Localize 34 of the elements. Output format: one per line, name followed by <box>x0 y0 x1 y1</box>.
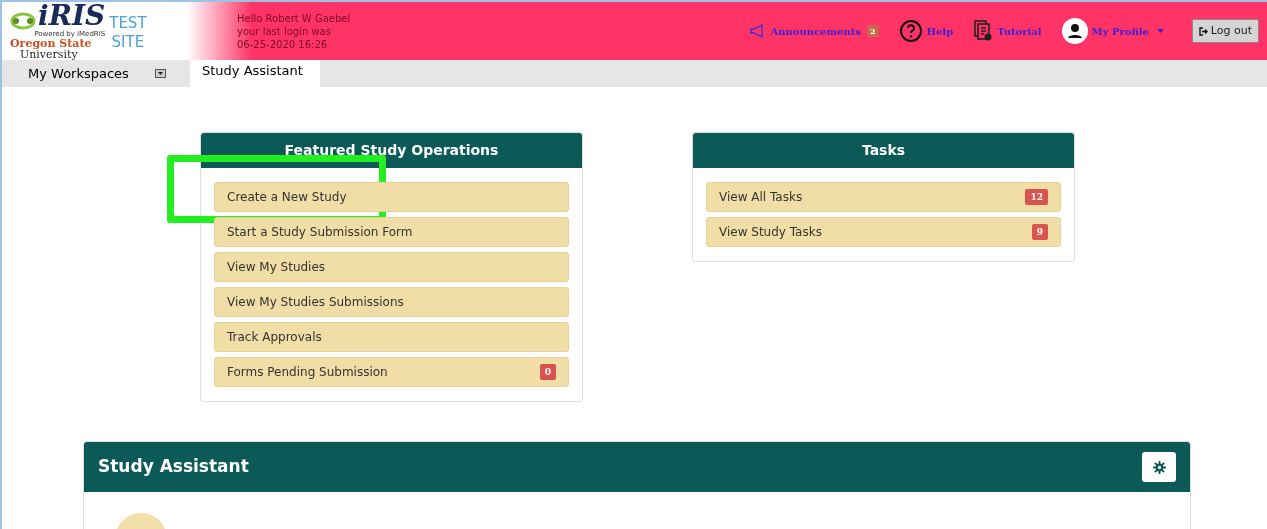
settings-icon <box>1152 460 1166 474</box>
operation-link[interactable]: Forms Pending Submission 0 <box>214 357 569 387</box>
greeting-text: your last login was <box>237 24 332 38</box>
operation-link[interactable]: View Study Tasks 9 <box>706 217 1061 247</box>
greeting-text: 06-25-2020 16:26 <box>237 37 329 51</box>
caret-icon <box>1156 29 1164 33</box>
count-badge: 2 <box>866 25 879 37</box>
count-badge: 0 <box>539 364 556 380</box>
operation-link[interactable]: View All Tasks 12 <box>706 182 1061 212</box>
nav-link[interactable]: Announcements 2 <box>748 23 879 39</box>
operation-link[interactable]: Start a Study Submission Form <box>214 217 569 247</box>
avatar-icon <box>1061 18 1088 44</box>
workspace-tab[interactable]: Study Assistant <box>190 60 320 87</box>
operation-link[interactable]: Create a New Study <box>214 182 569 212</box>
panel-header: Tasks <box>693 133 1074 168</box>
university-name: Oregon State <box>10 38 92 49</box>
greeting-text: Hello Robert W Gaebel <box>237 11 352 25</box>
site-label: TEST <box>109 14 147 33</box>
logout-icon <box>1198 26 1208 36</box>
document-icon <box>973 20 994 42</box>
operation-link[interactable]: View My Studies Submissions <box>214 287 569 317</box>
rings-icon <box>10 12 36 30</box>
count-badge: 9 <box>1031 224 1048 240</box>
settings-button[interactable] <box>1142 452 1176 482</box>
site-label: SITE <box>111 33 145 52</box>
panel-title: Study Assistant <box>98 455 249 479</box>
university-name: University <box>20 49 78 60</box>
question-icon <box>898 19 923 43</box>
operation-link[interactable]: Track Approvals <box>214 322 569 352</box>
operation-link[interactable]: View My Studies <box>214 252 569 282</box>
logout-button[interactable]: Log out <box>1191 19 1259 43</box>
logo-name: iRIS <box>38 2 106 30</box>
dropdown-icon <box>155 69 166 78</box>
count-badge: 12 <box>1025 189 1048 205</box>
